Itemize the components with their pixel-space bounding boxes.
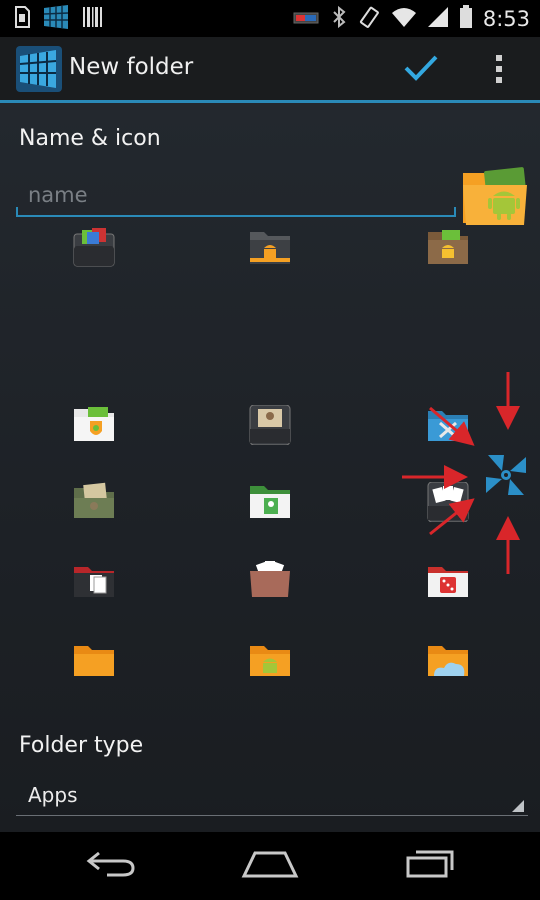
dialog-content: Name & icon name Folder type Apps [0,103,540,832]
name-icon-section-title: Name & icon [19,126,161,151]
wifi-icon [391,6,417,32]
green-shield-folder-icon[interactable] [72,405,116,445]
olive-contacts-folder-icon[interactable] [72,482,116,522]
home-button[interactable] [235,842,305,890]
orange-phone-folder-icon[interactable] [248,720,292,723]
recents-button[interactable] [395,842,465,890]
action-bar: New folder [0,37,540,103]
brown-android-folder-icon[interactable] [426,228,470,268]
red-dice-folder-icon[interactable] [426,561,470,601]
folder-type-value: Apps [28,782,78,807]
checkmark-icon [403,54,439,86]
folder-type-select[interactable]: Apps [16,774,528,816]
orange-cloud-folder-icon[interactable] [426,640,470,680]
status-bar: 8:53 [0,0,540,37]
dark-android-folder-icon[interactable] [248,228,292,268]
dropdown-corner-icon [512,800,524,812]
dark-contacts-folder-icon[interactable] [248,404,292,446]
orange-android-folder-icon[interactable] [248,640,292,680]
signal-icon [427,6,449,32]
overflow-dot [496,77,502,83]
blue-tools-folder-icon[interactable] [426,405,470,445]
done-button[interactable] [398,51,444,89]
battery-icon [459,4,473,33]
overflow-menu-icon [496,55,502,61]
battery-drain-icon [293,9,321,28]
vibrate-icon [357,5,381,33]
recents-icon [404,848,456,884]
overflow-dot [496,66,502,72]
barcode-icon [82,6,104,32]
page-title: New folder [69,54,194,80]
home-icon [241,849,299,883]
cards-hand-folder-icon[interactable] [248,561,292,601]
android-folder-icon[interactable] [460,165,530,227]
back-icon [85,849,137,883]
back-button[interactable] [76,842,146,890]
icon-grid [0,220,540,723]
orange-folder-icon[interactable] [72,640,116,680]
red-cards-folder-icon[interactable] [72,561,116,601]
launcher-notification-icon [42,4,70,34]
green-contacts-folder-icon[interactable] [248,482,292,522]
name-input[interactable] [16,175,456,217]
overflow-menu-button[interactable] [484,49,514,89]
sd-card-icon [14,5,30,32]
orange-music-folder-icon[interactable] [426,720,470,723]
status-clock: 8:53 [482,6,530,31]
app-grid-logo-icon[interactable] [16,46,62,92]
folder-type-section-title: Folder type [19,733,144,758]
dark-cards-folder-icon[interactable] [426,481,470,523]
orange-photos-folder-icon[interactable] [72,720,116,723]
bluetooth-icon [331,5,347,33]
green-apps-bag-icon[interactable] [72,228,116,268]
navigation-bar [0,832,540,900]
